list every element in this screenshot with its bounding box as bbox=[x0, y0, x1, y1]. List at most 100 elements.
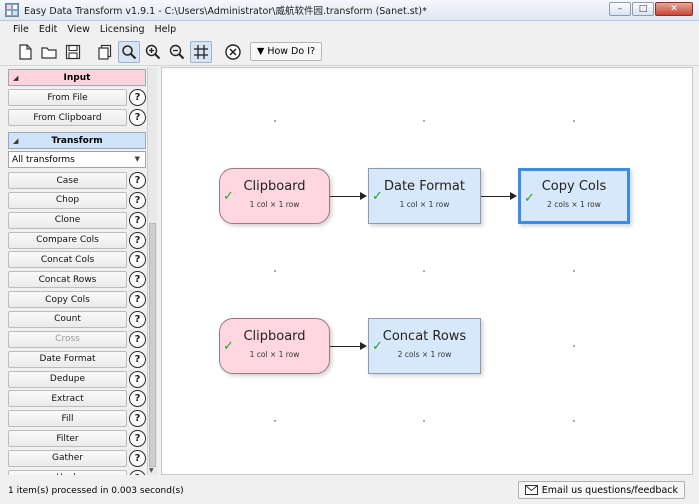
transform-button-filter[interactable]: Filter bbox=[8, 430, 127, 448]
transform-row: Filter? bbox=[8, 429, 146, 448]
node-name: Date Format bbox=[383, 179, 465, 194]
help-icon[interactable]: ? bbox=[129, 271, 146, 289]
transform-button-copy-cols[interactable]: Copy Cols bbox=[8, 291, 127, 309]
help-icon[interactable]: ? bbox=[129, 211, 146, 229]
connector-line bbox=[330, 196, 361, 197]
maximize-button[interactable]: □ bbox=[632, 2, 654, 16]
window-controls: – □ ✕ bbox=[609, 2, 693, 16]
transform-button-extract[interactable]: Extract bbox=[8, 390, 127, 408]
menu-licensing[interactable]: Licensing bbox=[95, 24, 150, 35]
transform-section-header[interactable]: ◢ Transform bbox=[8, 132, 146, 149]
scrollbar-thumb[interactable] bbox=[149, 223, 156, 467]
node-clipboard[interactable]: ✓ Clipboard 1 col × 1 row bbox=[219, 318, 330, 374]
help-icon[interactable]: ? bbox=[129, 89, 146, 106]
node-info: 2 cols × 1 row bbox=[397, 350, 452, 359]
transform-button-compare-cols[interactable]: Compare Cols bbox=[8, 231, 127, 249]
node-info: 1 col × 1 row bbox=[249, 200, 300, 209]
node-info: 1 col × 1 row bbox=[399, 200, 450, 209]
help-icon[interactable]: ? bbox=[129, 430, 146, 448]
help-icon[interactable]: ? bbox=[129, 390, 146, 408]
menu-help[interactable]: Help bbox=[150, 24, 182, 35]
close-window-button[interactable]: ✕ bbox=[655, 2, 693, 16]
transform-button-clone[interactable]: Clone bbox=[8, 211, 127, 229]
save-icon[interactable] bbox=[62, 41, 84, 63]
grid-icon[interactable] bbox=[190, 40, 212, 63]
help-icon[interactable]: ? bbox=[129, 310, 146, 328]
node-name: Clipboard bbox=[243, 329, 306, 344]
collapse-triangle-icon: ◢ bbox=[13, 137, 19, 145]
open-folder-icon[interactable] bbox=[38, 41, 60, 63]
transform-button-case[interactable]: Case bbox=[8, 172, 127, 189]
collapse-triangle-icon: ◢ bbox=[13, 74, 19, 82]
transform-button-fill[interactable]: Fill bbox=[8, 410, 127, 428]
scroll-down-arrow-icon[interactable]: ▼ bbox=[149, 467, 154, 474]
menu-view[interactable]: View bbox=[62, 24, 95, 35]
transform-button-cross[interactable]: Cross bbox=[8, 330, 127, 348]
help-icon[interactable]: ? bbox=[129, 291, 146, 309]
grid-dot bbox=[423, 270, 425, 272]
search-icon[interactable] bbox=[118, 40, 140, 63]
copy-icon[interactable] bbox=[94, 41, 116, 63]
arrowhead-icon bbox=[510, 192, 517, 200]
help-icon[interactable]: ? bbox=[129, 191, 146, 209]
help-icon[interactable]: ? bbox=[129, 449, 146, 467]
email-feedback-label: Email us questions/feedback bbox=[541, 484, 678, 496]
grid-dot bbox=[423, 420, 425, 422]
node-copy-cols[interactable]: ✓ Copy Cols 2 cols × 1 row bbox=[518, 168, 630, 224]
transform-button-count[interactable]: Count bbox=[8, 310, 127, 328]
input-button-from-file[interactable]: From File bbox=[8, 89, 127, 106]
checkmark-icon: ✓ bbox=[524, 191, 535, 206]
help-icon[interactable]: ? bbox=[129, 251, 146, 269]
transform-button-hash[interactable]: Hash bbox=[8, 469, 127, 475]
dropdown-triangle-icon: ▼ bbox=[257, 46, 265, 57]
minimize-button[interactable]: – bbox=[609, 2, 631, 16]
new-file-icon[interactable] bbox=[14, 41, 36, 63]
help-icon[interactable]: ? bbox=[129, 172, 146, 189]
node-info: 1 col × 1 row bbox=[249, 350, 300, 359]
node-info: 2 cols × 1 row bbox=[547, 200, 601, 209]
node-date-format[interactable]: ✓ Date Format 1 col × 1 row bbox=[368, 168, 481, 224]
help-icon[interactable]: ? bbox=[129, 330, 146, 348]
panel-scrollbar[interactable]: ▼ bbox=[147, 67, 157, 475]
input-button-from-clipboard[interactable]: From Clipboard bbox=[8, 109, 127, 126]
node-name: Copy Cols bbox=[541, 179, 607, 194]
help-icon[interactable]: ? bbox=[129, 350, 146, 368]
zoom-in-icon[interactable] bbox=[142, 41, 164, 63]
checkmark-icon: ✓ bbox=[223, 189, 234, 204]
menu-file[interactable]: File bbox=[8, 24, 34, 35]
transform-button-date-format[interactable]: Date Format bbox=[8, 350, 127, 368]
transform-row: Hash? bbox=[8, 469, 146, 475]
app-logo-icon bbox=[5, 3, 19, 17]
close-circle-icon[interactable] bbox=[222, 41, 244, 63]
how-do-i-button[interactable]: ▼ How Do I? bbox=[250, 42, 323, 61]
transform-button-gather[interactable]: Gather bbox=[8, 449, 127, 467]
transform-button-chop[interactable]: Chop bbox=[8, 191, 127, 209]
how-do-i-label: How Do I? bbox=[267, 46, 316, 57]
transform-row: Count? bbox=[8, 310, 146, 329]
menu-edit[interactable]: Edit bbox=[34, 24, 62, 35]
help-icon[interactable]: ? bbox=[129, 410, 146, 428]
help-icon[interactable]: ? bbox=[129, 370, 146, 388]
arrowhead-icon bbox=[360, 342, 367, 350]
transform-button-dedupe[interactable]: Dedupe bbox=[8, 370, 127, 388]
status-bar: 1 item(s) processed in 0.003 second(s) E… bbox=[0, 477, 699, 504]
node-concat-rows[interactable]: ✓ Concat Rows 2 cols × 1 row bbox=[368, 318, 481, 374]
arrowhead-icon bbox=[360, 192, 367, 200]
chevron-down-icon: ▼ bbox=[134, 155, 140, 163]
connector-line bbox=[481, 196, 511, 197]
transform-row: Cross? bbox=[8, 330, 146, 349]
transform-filter-select[interactable]: All transforms ▼ bbox=[8, 151, 146, 168]
node-name: Concat Rows bbox=[382, 329, 467, 344]
transform-button-concat-rows[interactable]: Concat Rows bbox=[8, 271, 127, 289]
help-icon[interactable]: ? bbox=[129, 109, 146, 126]
grid-dot bbox=[423, 120, 425, 122]
input-section-header[interactable]: ◢ Input bbox=[8, 69, 146, 86]
zoom-out-icon[interactable] bbox=[166, 41, 188, 63]
transform-canvas[interactable]: ✓ Clipboard 1 col × 1 row ✓ Date Format 1 col… bbox=[161, 67, 693, 475]
help-icon[interactable]: ? bbox=[129, 469, 146, 475]
help-icon[interactable]: ? bbox=[129, 231, 146, 249]
email-feedback-button[interactable]: Email us questions/feedback bbox=[517, 481, 685, 499]
node-clipboard[interactable]: ✓ Clipboard 1 col × 1 row bbox=[219, 168, 330, 224]
transform-button-concat-cols[interactable]: Concat Cols bbox=[8, 251, 127, 269]
transform-row: Dedupe? bbox=[8, 370, 146, 389]
